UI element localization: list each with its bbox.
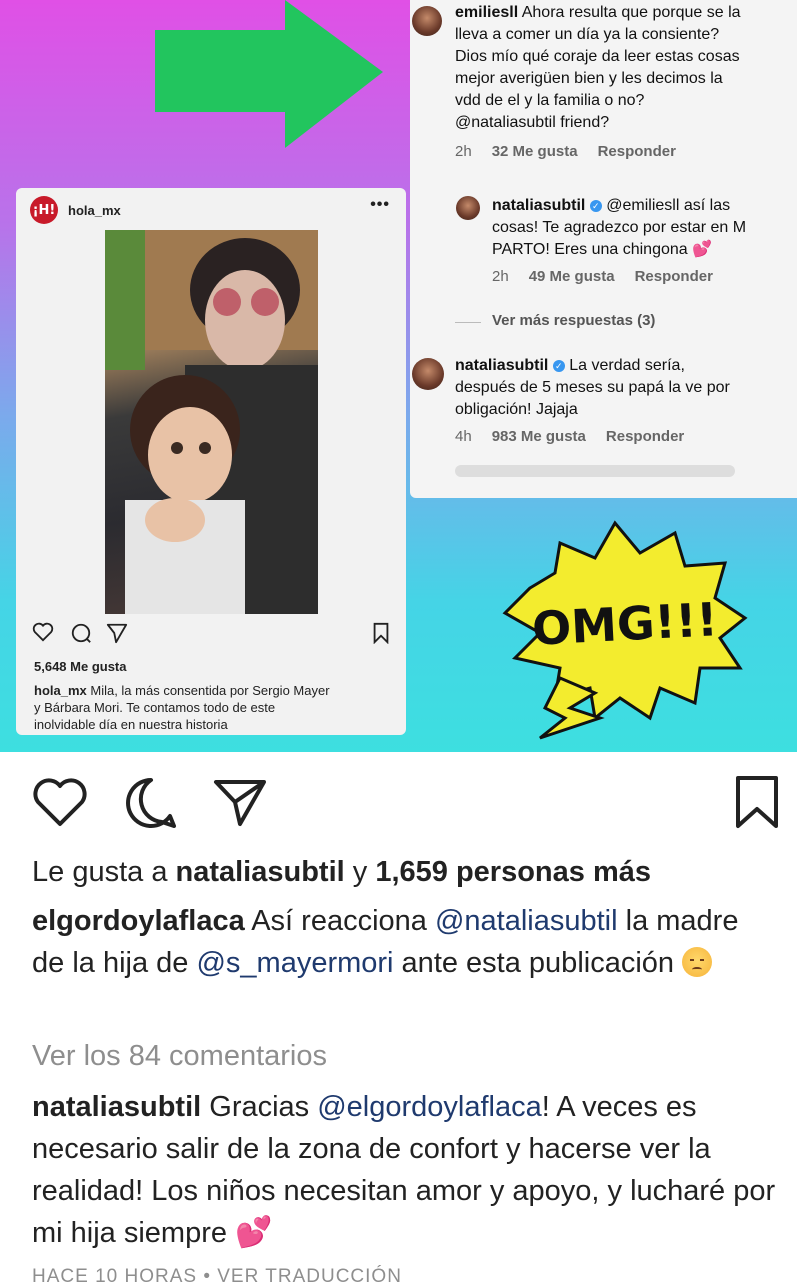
- sad-face-emoji-icon: [682, 947, 713, 977]
- green-arrow-graphic: [155, 0, 383, 148]
- liked-by-count[interactable]: 1,659 personas más: [375, 856, 651, 888]
- comment-1-line3: Dios mío qué coraje da leer estas cosas: [455, 48, 740, 65]
- mention-link[interactable]: @elgordoylaflaca: [317, 1091, 542, 1123]
- comment-1-line1: Ahora resulta que porque se la: [518, 4, 741, 21]
- post-comment: nataliasubtil Gracias @elgordoylaflaca! …: [32, 1086, 782, 1254]
- comment-3-text: nataliasubtil ✓ La verdad sería, después…: [455, 355, 730, 421]
- more-options-icon: •••: [370, 196, 390, 213]
- comment-3-meta: 4h 983 Me gusta Responder: [455, 428, 684, 445]
- comment-1-line5: vdd de el y la familia o no?: [455, 92, 645, 109]
- hearts-emoji-icon: 💕: [235, 1216, 273, 1249]
- caption-line2: y Bárbara Mori. Te contamos todo de este: [34, 700, 276, 715]
- comment-3-reply: Responder: [605, 428, 685, 445]
- comment-icon: [71, 623, 91, 643]
- omg-text: OMG!!!: [531, 592, 719, 656]
- embedded-post-username: hola_mx: [68, 202, 121, 218]
- comment-1-likes: 32 Me gusta: [491, 143, 578, 160]
- comment-3-likes: 983 Me gusta: [491, 428, 586, 445]
- avatar: [412, 358, 444, 390]
- comment-1-line2: lleva a comer un día ya la consiente?: [455, 26, 720, 43]
- photo-illustration: [105, 230, 318, 614]
- comment-3-time: 4h: [455, 428, 472, 445]
- omg-burst-graphic: OMG!!!: [502, 520, 748, 740]
- post-image[interactable]: ¡H! hola_mx ••• 5,648 Me gusta hola_mx M…: [0, 0, 797, 752]
- comment-2-text: nataliasubtil ✓ @emiliesll así las cosas…: [492, 195, 746, 261]
- comment-1-line6: @nataliasubtil friend?: [455, 114, 610, 131]
- comment-2-line2: cosas! Te agradezco por estar en M: [492, 219, 747, 236]
- bookmark-icon: [373, 622, 389, 644]
- post-timestamp[interactable]: HACE 10 HORAS • VER TRADUCCIÓN: [32, 1266, 402, 1288]
- comment-1-user: emiliesll: [455, 4, 519, 21]
- comment-1-text: emiliesll Ahora resulta que porque se la…: [455, 2, 741, 134]
- blurred-text: [455, 465, 735, 477]
- comment-2-meta: 2h 49 Me gusta Responder: [492, 268, 713, 285]
- comment-1-reply: Responder: [597, 143, 676, 160]
- comment-1-line4: mejor averigüen bien y les decimos la: [455, 70, 723, 87]
- heart-icon: [32, 622, 54, 642]
- caption-text: ante esta publicación: [393, 947, 683, 979]
- comment-1-time: 2h: [455, 143, 472, 160]
- comment-3-line1: La verdad sería,: [564, 357, 685, 374]
- share-icon[interactable]: [212, 778, 268, 828]
- embedded-post-caption: hola_mx Mila, la más consentida por Serg…: [34, 682, 394, 733]
- hola-logo-avatar: ¡H!: [30, 196, 58, 224]
- more-replies-link: Ver más respuestas (3): [492, 312, 656, 329]
- liked-by-line[interactable]: Le gusta a nataliasubtil y 1,659 persona…: [32, 856, 651, 889]
- caption-line1: Mila, la más consentida por Sergio Mayer: [86, 683, 330, 698]
- mention-link[interactable]: @s_mayermori: [196, 947, 393, 979]
- divider: [455, 322, 481, 323]
- comment-2-user: nataliasubtil: [492, 197, 586, 214]
- embedded-post-likes: 5,648 Me gusta: [34, 659, 127, 674]
- comment-icon[interactable]: [124, 776, 178, 830]
- comment-3-user: nataliasubtil: [455, 357, 549, 374]
- mention-link[interactable]: @nataliasubtil: [435, 905, 618, 937]
- comments-screenshot-card: emiliesll Ahora resulta que porque se la…: [410, 0, 797, 498]
- comment-2-line3: PARTO! Eres una chingona 💕: [492, 241, 713, 258]
- comment-3-line2: después de 5 meses su papá la ve por: [455, 379, 730, 396]
- caption-username[interactable]: elgordoylaflaca: [32, 905, 245, 937]
- avatar: [412, 6, 442, 36]
- avatar: [456, 196, 480, 220]
- comment-2-line1: @emiliesll así las: [601, 197, 731, 214]
- embedded-post-photo: [105, 230, 318, 614]
- comment-username[interactable]: nataliasubtil: [32, 1091, 201, 1123]
- comment-3-line3: obligación! Jajaja: [455, 401, 578, 418]
- comment-2-time: 2h: [492, 268, 509, 285]
- comment-text: Gracias: [201, 1091, 318, 1123]
- share-icon: [106, 623, 128, 644]
- post-caption: elgordoylaflaca Así reacciona @nataliasu…: [32, 900, 772, 984]
- post-action-bar: [0, 760, 797, 850]
- caption-text: Así reacciona: [244, 905, 435, 937]
- embedded-post-card: ¡H! hola_mx ••• 5,648 Me gusta hola_mx M…: [16, 188, 406, 735]
- verified-badge-icon: ✓: [589, 200, 602, 212]
- comment-1-meta: 2h 32 Me gusta Responder: [455, 143, 676, 160]
- liked-by-prefix: Le gusta a: [32, 856, 176, 888]
- embedded-post-header: ¡H! hola_mx: [30, 194, 121, 226]
- caption-line3: inolvidable día en nuestra historia: [34, 717, 228, 732]
- view-comments-link[interactable]: Ver los 84 comentarios: [32, 1040, 327, 1073]
- heart-icon[interactable]: [32, 778, 88, 828]
- liked-by-user[interactable]: nataliasubtil: [176, 856, 345, 888]
- verified-badge-icon: ✓: [552, 360, 565, 372]
- comment-2-likes: 49 Me gusta: [528, 268, 615, 285]
- caption-username: hola_mx: [34, 683, 87, 698]
- comment-2-reply: Responder: [634, 268, 713, 285]
- bookmark-icon[interactable]: [734, 774, 780, 830]
- embedded-post-actions: [32, 622, 392, 646]
- liked-by-mid: y: [344, 856, 376, 888]
